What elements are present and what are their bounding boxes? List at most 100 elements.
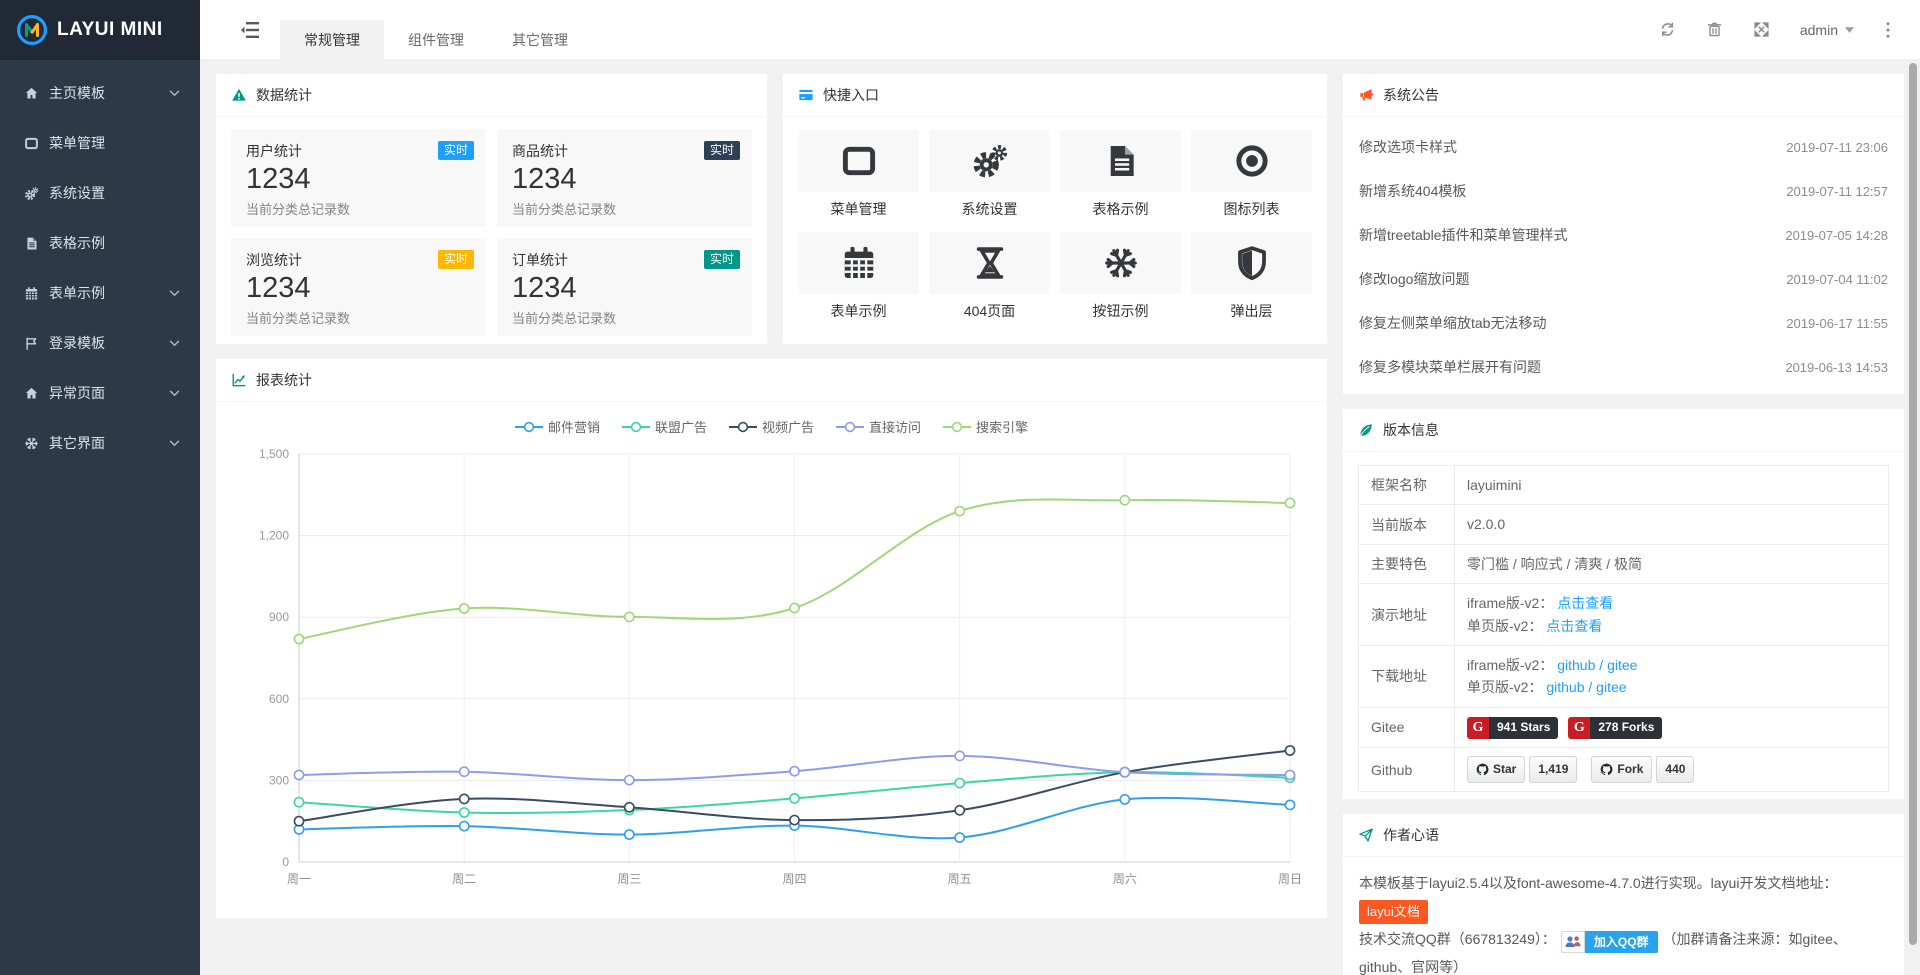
more-menu-button[interactable] — [1886, 0, 1890, 59]
notice-date: 2019-07-11 23:06 — [1786, 140, 1888, 155]
app-root: LAYUI MINI 主页模板菜单管理系统设置表格示例表单示例登录模板异常页面其… — [0, 0, 1920, 975]
stat-value: 1234 — [512, 163, 737, 196]
quick-item-1[interactable]: 系统设置 — [929, 130, 1050, 219]
gears-icon — [24, 186, 39, 201]
tab-1[interactable]: 组件管理 — [384, 20, 488, 59]
sidebar-item-label: 异常页面 — [49, 383, 105, 403]
sidebar-item-6[interactable]: 异常页面 — [0, 368, 200, 418]
quick-item-3[interactable]: 图标列表 — [1191, 130, 1312, 219]
quick-item-4[interactable]: 表单示例 — [798, 232, 919, 321]
legend-item-0[interactable]: 邮件营销 — [515, 417, 600, 436]
version-row-label: Gitee — [1359, 707, 1455, 747]
notice-date: 2019-07-11 12:57 — [1786, 184, 1888, 199]
quick-item-label: 404页面 — [929, 301, 1050, 321]
sidebar-menu: 主页模板菜单管理系统设置表格示例表单示例登录模板异常页面其它界面 — [0, 60, 200, 468]
quick-entry-card: 快捷入口 菜单管理系统设置表格示例图标列表表单示例 404页面按钮示例弹出层 — [782, 73, 1328, 345]
snowflake-icon — [1102, 244, 1140, 282]
alert-triangle-icon — [231, 87, 247, 103]
sidebar-collapse-button[interactable] — [220, 0, 280, 59]
legend-item-2[interactable]: 视频广告 — [729, 417, 814, 436]
window-icon — [24, 136, 39, 151]
svg-text:周日: 周日 — [1278, 872, 1302, 886]
quick-item-6[interactable]: 按钮示例 — [1060, 232, 1181, 321]
card-title: 作者心语 — [1383, 825, 1439, 845]
quick-item-5[interactable]: 404页面 — [929, 232, 1050, 321]
svg-text:300: 300 — [269, 773, 289, 787]
author-words-card: 作者心语 本模板基于layui2.5.4以及font-awesome-4.7.0… — [1342, 813, 1905, 975]
sidebar-item-1[interactable]: 菜单管理 — [0, 118, 200, 168]
quick-item-7[interactable]: 弹出层 — [1191, 232, 1312, 321]
stat-desc: 当前分类总记录数 — [246, 199, 471, 218]
sidebar-item-5[interactable]: 登录模板 — [0, 318, 200, 368]
main-area: 常规管理组件管理其它管理 admin — [200, 0, 1920, 975]
github-octocat-icon — [1600, 763, 1613, 776]
sidebar-item-2[interactable]: 系统设置 — [0, 168, 200, 218]
card-title: 快捷入口 — [823, 85, 879, 105]
file-text-icon — [24, 236, 39, 251]
legend-item-4[interactable]: 搜索引擎 — [943, 417, 1028, 436]
svg-text:周三: 周三 — [617, 872, 641, 886]
version-text: v2.0.0 — [1467, 516, 1505, 532]
gitee-badge[interactable]: G941 Stars — [1467, 717, 1558, 739]
version-text: iframe版-v2： — [1467, 657, 1557, 673]
author-body: 本模板基于layui2.5.4以及font-awesome-4.7.0进行实现。… — [1343, 857, 1904, 975]
stat-panel-0: 用户统计实时1234当前分类总记录数 — [231, 129, 486, 227]
version-link[interactable]: github — [1557, 657, 1595, 673]
tab-0[interactable]: 常规管理 — [280, 20, 384, 59]
github-fork-button[interactable]: Fork440 — [1591, 756, 1694, 783]
version-row-label: Github — [1359, 748, 1455, 792]
version-link[interactable]: gitee — [1607, 657, 1637, 673]
notice-item-2: 新增treetable插件和菜单管理样式2019-07-05 14:28 — [1359, 213, 1888, 257]
stat-value: 1234 — [246, 163, 471, 196]
chevron-down-icon — [169, 440, 180, 447]
trash-icon[interactable] — [1706, 21, 1723, 38]
svg-text:周二: 周二 — [452, 872, 476, 886]
sidebar-item-label: 菜单管理 — [49, 133, 105, 153]
content-scrollbar-thumb[interactable] — [1909, 63, 1917, 945]
svg-text:周五: 周五 — [948, 872, 972, 886]
logo: LAYUI MINI — [0, 0, 200, 60]
stat-panel-2: 浏览统计实时1234当前分类总记录数 — [231, 238, 486, 336]
expand-icon[interactable] — [1753, 21, 1770, 38]
version-text: 单页版-v2： — [1467, 679, 1546, 695]
github-octocat-icon — [1476, 763, 1489, 776]
home-icon — [24, 86, 39, 101]
data-statistics-card: 数据统计 用户统计实时1234当前分类总记录数商品统计实时1234当前分类总记录… — [215, 73, 768, 345]
refresh-icon[interactable] — [1659, 21, 1676, 38]
legend-marker-icon — [836, 421, 864, 433]
version-link[interactable]: gitee — [1596, 679, 1626, 695]
legend-item-1[interactable]: 联盟广告 — [622, 417, 707, 436]
paper-plane-icon — [1358, 827, 1374, 843]
quick-item-0[interactable]: 菜单管理 — [798, 130, 919, 219]
sidebar-item-4[interactable]: 表单示例 — [0, 268, 200, 318]
version-link[interactable]: 点击查看 — [1557, 595, 1613, 611]
github-count: 1,419 — [1529, 756, 1577, 783]
realtime-badge: 实时 — [438, 141, 474, 160]
collapse-menu-icon — [240, 21, 260, 39]
version-link[interactable]: 点击查看 — [1546, 618, 1602, 634]
quick-item-2[interactable]: 表格示例 — [1060, 130, 1181, 219]
gitee-badge[interactable]: G278 Forks — [1568, 717, 1662, 739]
github-star-button[interactable]: Star1,419 — [1467, 756, 1577, 783]
dot-circle-icon — [1233, 142, 1271, 180]
legend-marker-icon — [729, 421, 757, 433]
sidebar-item-3[interactable]: 表格示例 — [0, 218, 200, 268]
version-row-6: Github Star1,419 Fork440 — [1359, 748, 1889, 792]
report-statistics-card: 报表统计 邮件营销联盟广告视频广告直接访问搜索引擎 03006009001,20… — [215, 358, 1328, 919]
sidebar-item-7[interactable]: 其它界面 — [0, 418, 200, 468]
author-line-1: 本模板基于layui2.5.4以及font-awesome-4.7.0进行实现。… — [1359, 869, 1888, 897]
calendar-icon — [24, 286, 39, 301]
gitee-logo-icon: G — [1467, 717, 1489, 739]
gears-icon — [971, 142, 1009, 180]
stat-desc: 当前分类总记录数 — [512, 199, 737, 218]
version-link[interactable]: github — [1546, 679, 1584, 695]
realtime-badge: 实时 — [438, 250, 474, 269]
tab-2[interactable]: 其它管理 — [488, 20, 592, 59]
legend-item-3[interactable]: 直接访问 — [836, 417, 921, 436]
svg-text:0: 0 — [282, 855, 289, 869]
version-row-5: Gitee G941 Stars G278 Forks — [1359, 707, 1889, 747]
join-qq-button[interactable]: 加入QQ群 — [1561, 931, 1658, 953]
layui-doc-badge[interactable]: layui文档 — [1359, 900, 1428, 924]
user-dropdown[interactable]: admin — [1800, 22, 1854, 38]
sidebar-item-0[interactable]: 主页模板 — [0, 68, 200, 118]
